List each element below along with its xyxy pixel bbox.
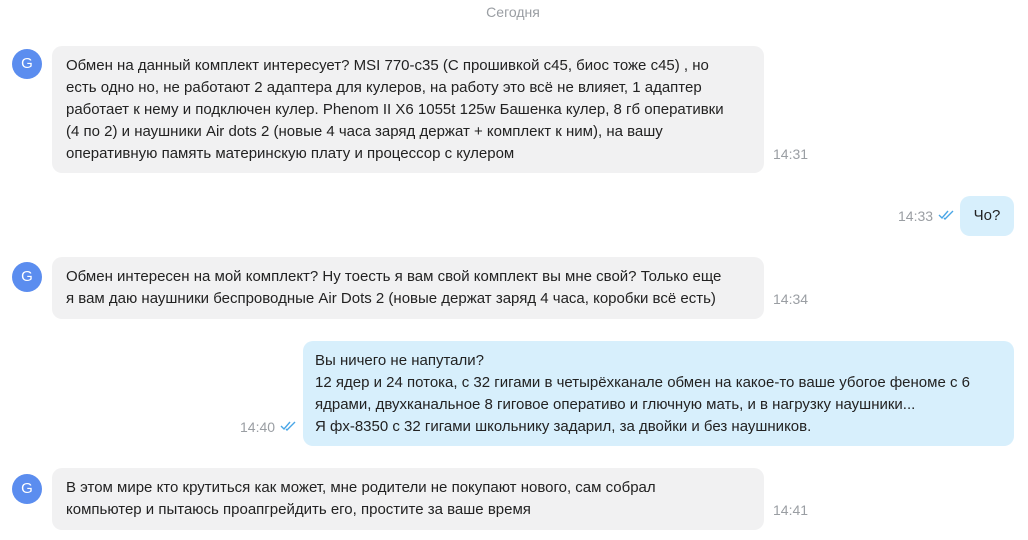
read-double-check-icon <box>938 210 954 220</box>
message-text-line: В этом мире кто крутиться как может, мне… <box>66 479 656 496</box>
message-bubble[interactable]: Обмен интересен на мой комплект? Ну тоес… <box>52 257 764 319</box>
message-timestamp: 14:40 <box>240 419 276 435</box>
message-bubble[interactable]: Вы ничего не напутали? 12 ядер и 24 пото… <box>303 341 1014 446</box>
message-bubble[interactable]: Обмен на данный комплект интересует? MSI… <box>52 46 764 173</box>
day-separator: Сегодня <box>486 4 540 20</box>
avatar[interactable]: G <box>12 49 42 79</box>
message-bubble[interactable]: В этом мире кто крутиться как может, мне… <box>52 468 764 530</box>
message-text-line: работает к нему и подключен кулер. Pheno… <box>66 101 724 118</box>
message-text-line: Обмен интересен на мой комплект? Ну тоес… <box>66 268 722 285</box>
read-double-check-icon <box>280 421 296 431</box>
message-text-line: Обмен на данный комплект интересует? MSI… <box>66 57 709 74</box>
message-timestamp: 14:31 <box>773 146 809 162</box>
message-text-line: (4 по 2) и наушники Air dots 2 (новые 4 … <box>66 123 663 140</box>
message-bubble[interactable]: Чо? <box>960 196 1014 236</box>
message-text-line: 12 ядер и 24 потока, с 32 гигами в четыр… <box>315 374 970 391</box>
message-timestamp: 14:33 <box>898 208 934 224</box>
message-text-line: я вам даю наушники беспроводные Air Dots… <box>66 290 716 307</box>
avatar[interactable]: G <box>12 474 42 504</box>
message-text-line: Чо? <box>973 207 1001 224</box>
message-text-line: Вы ничего не напутали? <box>315 352 484 369</box>
message-text-line: ядрами, двухканальное 8 гиговое оператив… <box>315 396 916 413</box>
message-text-line: оперативную память материнскую плату и п… <box>66 145 515 162</box>
message-timestamp: 14:41 <box>773 502 809 518</box>
message-text-line: компьютер и пытаюсь проапгрейдить его, п… <box>66 501 531 518</box>
message-timestamp: 14:34 <box>773 291 809 307</box>
message-text-line: Я фх-8350 с 32 гигами школьнику задарил,… <box>315 418 812 435</box>
avatar[interactable]: G <box>12 262 42 292</box>
message-text-line: есть одно но, не работают 2 адаптера для… <box>66 79 702 96</box>
